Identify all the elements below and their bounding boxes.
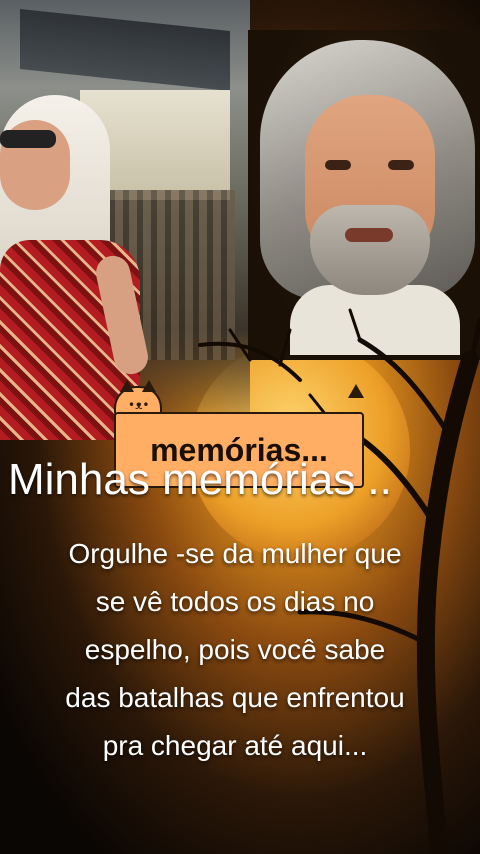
caption-line: pra chegar até aqui... bbox=[102, 730, 368, 761]
tree-branch-right-2 bbox=[357, 337, 449, 433]
cat-ear-icon bbox=[348, 384, 364, 398]
cat-face-icon: •ᴥ• bbox=[128, 398, 150, 412]
video-frame[interactable]: •ᴥ• memórias... Minhas memórias .. Orgul… bbox=[0, 0, 480, 854]
overlay-title: Minhas memórias .. bbox=[8, 455, 392, 504]
caption-line: das batalhas que enfrentou bbox=[65, 682, 405, 713]
caption-line: se vê todos os dias no bbox=[95, 586, 375, 617]
caption-line: Orgulhe -se da mulher que bbox=[68, 538, 402, 569]
overlay-caption: Orgulhe -se da mulher que se vê todos os… bbox=[0, 530, 470, 770]
caption-line: espelho, pois você sabe bbox=[84, 634, 386, 665]
